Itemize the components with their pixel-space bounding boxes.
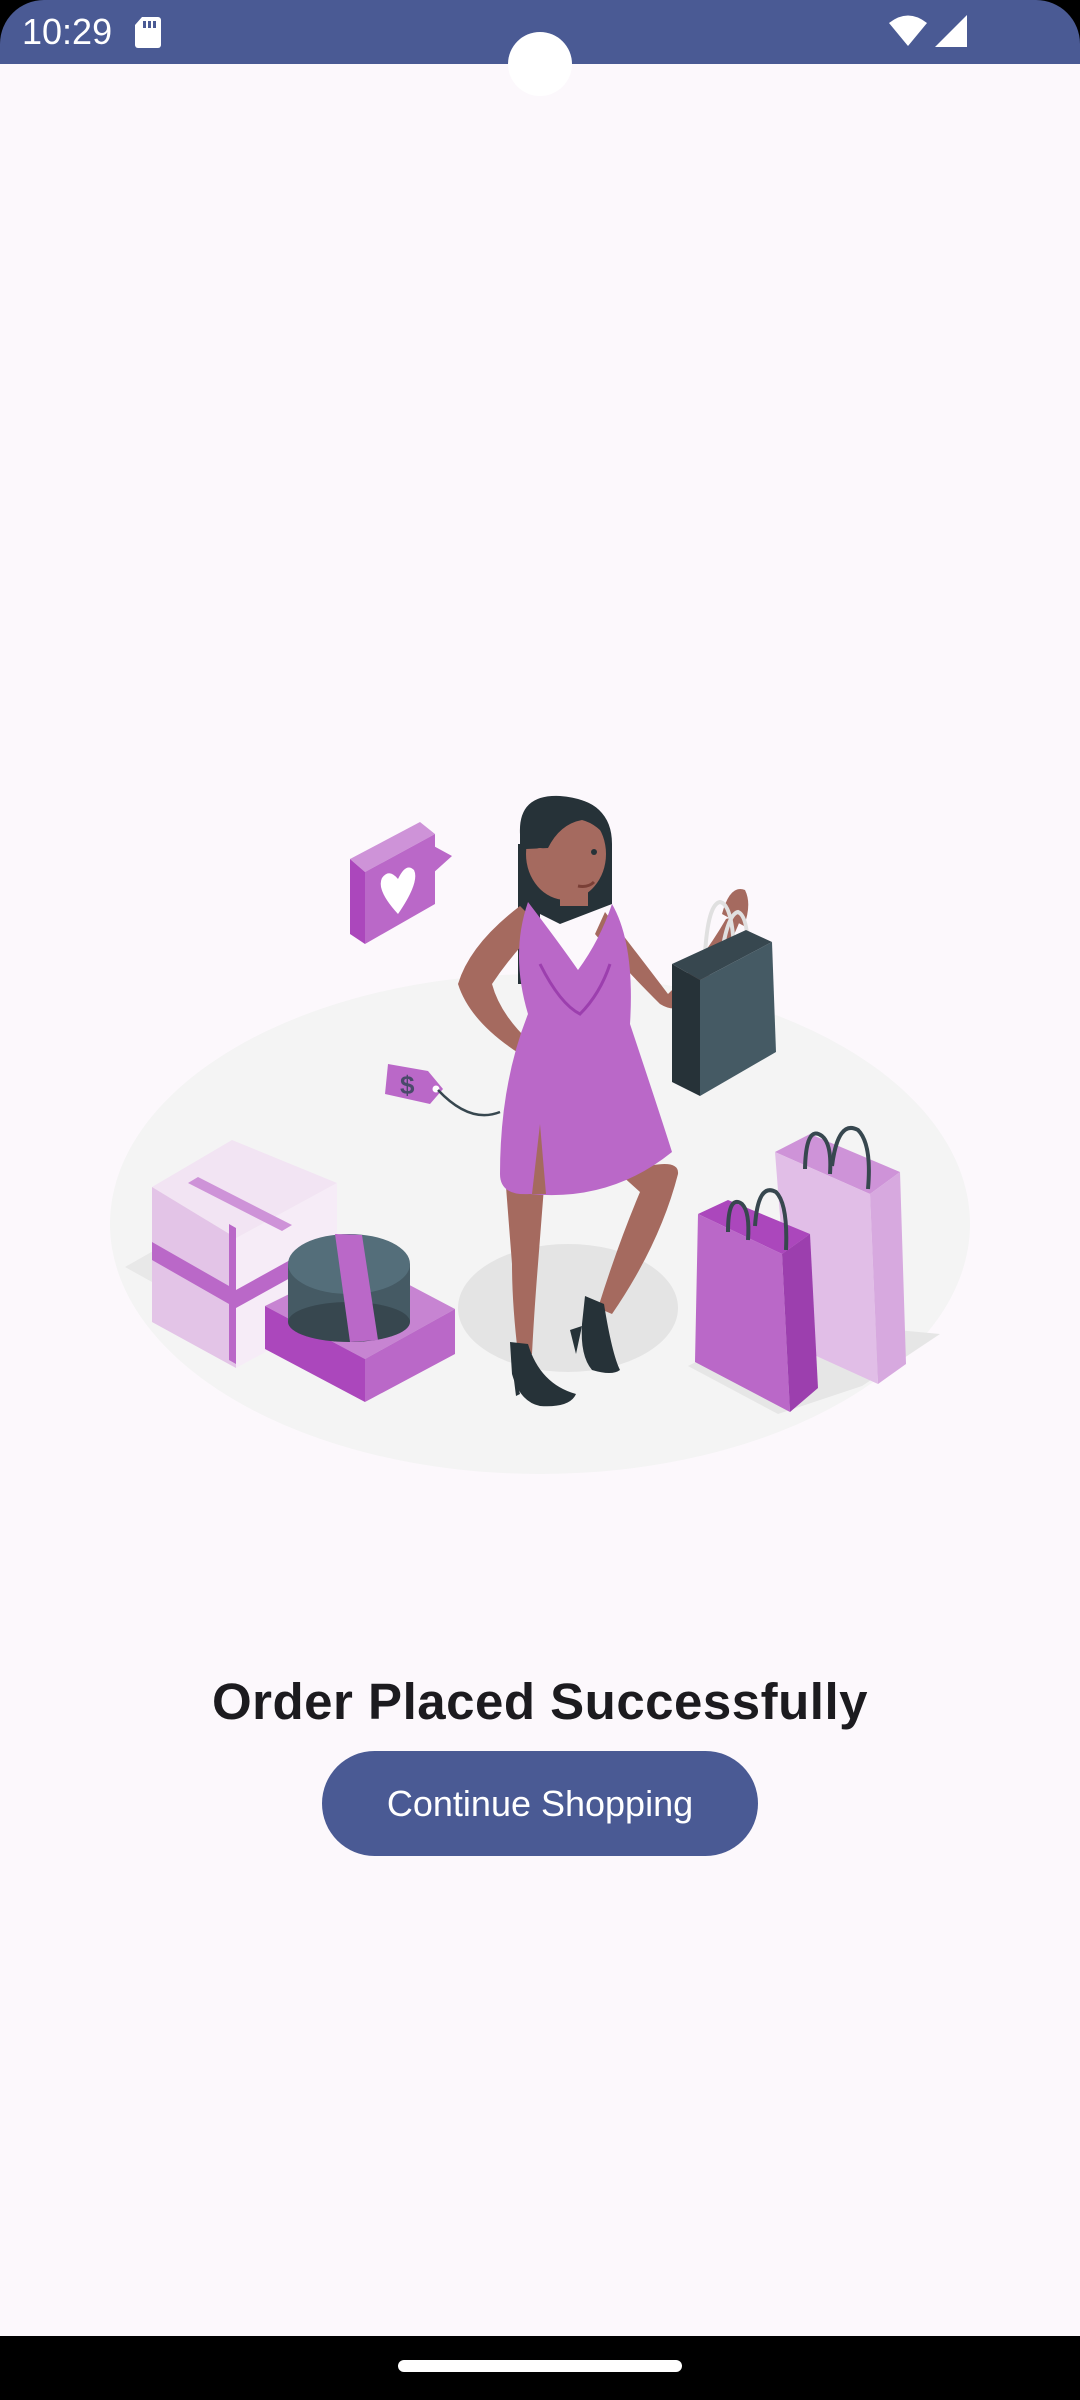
shopping-woman-illustration: $ xyxy=(110,795,970,1474)
order-success-screen: $ Order Placed Successfully Continue Sho… xyxy=(0,64,1080,2336)
heart-bubble-icon xyxy=(350,822,452,944)
wifi-icon xyxy=(889,15,927,46)
order-success-title: Order Placed Successfully xyxy=(212,1673,868,1730)
home-indicator[interactable] xyxy=(398,2360,682,2372)
price-tag-symbol: $ xyxy=(400,1070,415,1100)
floor-shadow xyxy=(458,1244,678,1372)
navigation-bar xyxy=(0,2336,1080,2400)
cell-signal-icon xyxy=(935,15,967,47)
status-time: 10:29 xyxy=(22,11,113,52)
camera-cutout xyxy=(508,32,572,96)
continue-shopping-button[interactable]: Continue Shopping xyxy=(322,1751,758,1856)
sd-card-icon xyxy=(135,17,161,48)
phone-screen: 10:29 $ Order Placed Successfully Contin… xyxy=(0,0,1080,2400)
